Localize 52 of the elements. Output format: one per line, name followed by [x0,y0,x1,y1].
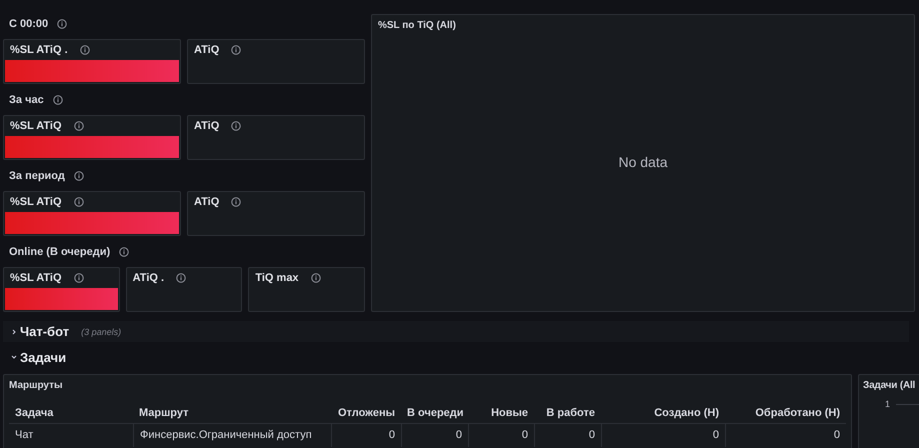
stat-title: ATiQ [194,44,220,56]
column-header[interactable]: Создано (Н) [601,403,725,423]
chevron-icon [11,354,17,360]
axis-tick-label: 1 [885,399,890,409]
stat-title: %SL ATiQ [10,120,62,132]
column-header[interactable]: Отложены [331,403,401,423]
group-title: С 00:00 [9,18,48,30]
stat-title: ATiQ . [132,272,164,284]
table-cell: 0 [534,424,601,447]
group-title: За период [9,170,65,182]
info-icon[interactable] [176,273,186,283]
chevron-icon [11,328,17,334]
group-title: За час [9,94,44,106]
stat-title: %SL ATiQ [10,196,62,208]
table-cell: 0 [601,424,725,447]
table-cell: 0 [401,424,468,447]
table-cell: 0 [331,424,401,447]
table-cell: 0 [468,424,534,447]
group-title: Online (В очереди) [9,246,110,258]
info-icon[interactable] [231,45,242,55]
column-header[interactable]: Обработано (Н) [725,403,846,423]
column-header[interactable]: Новые [468,403,534,423]
table-cell: 0 [725,424,846,447]
column-header[interactable]: В очереди [401,403,468,423]
row-header[interactable]: Чат-бот (3 panels) [3,321,909,342]
info-icon[interactable] [74,121,84,131]
table-cell: Финсервис.Ограниченный доступ [133,424,331,447]
info-icon[interactable] [231,121,242,131]
info-icon[interactable] [52,95,63,105]
stat-title: ATiQ [194,120,220,132]
info-icon[interactable] [74,197,84,207]
stat-title: %SL ATiQ [10,272,62,284]
stat-title: TiQ max [255,272,299,284]
column-header[interactable]: Задача [9,403,133,423]
info-icon[interactable] [57,19,68,29]
column-header[interactable]: Маршрут [133,403,331,423]
info-icon[interactable] [80,45,90,55]
table-cell-text: Чат [14,428,34,443]
panel-title: Маршруты [8,379,64,393]
no-data-message: No data [618,154,668,170]
info-icon[interactable] [74,273,84,283]
info-icon[interactable] [231,197,242,207]
info-icon[interactable] [119,247,130,257]
info-icon[interactable] [310,273,321,283]
column-header[interactable]: В работе [534,403,601,423]
row-header[interactable]: Задачи [3,344,909,370]
info-icon[interactable] [74,171,84,181]
panel-title: %SL по TiQ (All) [377,19,457,33]
panel-count: (3 panels) [81,326,122,336]
panel-title: Задачи (All [862,379,916,393]
stat-title: %SL ATiQ . [10,44,68,56]
stat-title: ATiQ [194,196,220,208]
